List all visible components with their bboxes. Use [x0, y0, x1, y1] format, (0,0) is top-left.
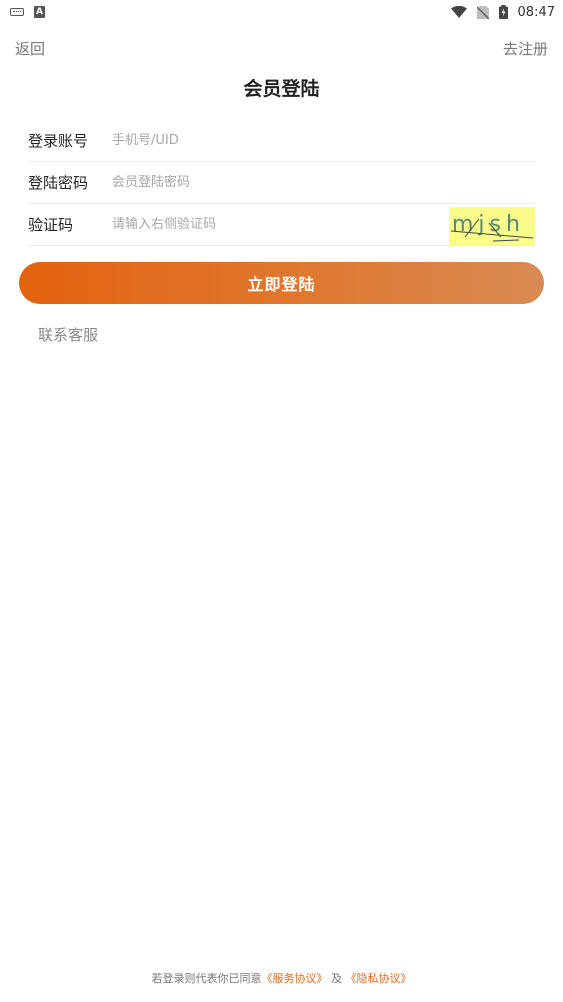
captcha-row: 验证码 mjsh	[28, 204, 535, 246]
agreement-conjunction: 及	[331, 972, 342, 985]
password-row: 登陆密码	[28, 162, 535, 204]
status-right: 08:47	[450, 4, 555, 20]
agreement-text: 若登录则代表你已同意《服务协议》 及 《隐私协议》	[0, 970, 563, 986]
captcha-noise-lines	[450, 218, 534, 242]
password-label: 登陆密码	[28, 174, 89, 192]
clock: 08:47	[517, 4, 555, 20]
status-left: A	[10, 6, 45, 18]
login-page: A 08:47 返回 去注册 会员登陆 登录账号 手机号/UID 登陆密码 验证…	[0, 0, 563, 1002]
register-link[interactable]: 去注册	[503, 38, 548, 59]
account-row: 登录账号	[28, 120, 535, 162]
wifi-icon	[450, 6, 467, 18]
back-button[interactable]: 返回	[15, 38, 45, 59]
terms-link[interactable]: 《服务协议》	[262, 972, 328, 985]
captcha-label: 验证码	[28, 216, 74, 234]
a-badge-icon: A	[34, 6, 45, 18]
account-label: 登录账号	[28, 132, 89, 150]
no-sim-icon	[476, 5, 489, 19]
captcha-image[interactable]: mjsh	[449, 207, 535, 245]
login-button[interactable]: 立即登陆	[19, 262, 544, 304]
battery-charging-icon	[498, 5, 508, 19]
account-input[interactable]	[112, 133, 535, 148]
keyboard-icon	[10, 8, 24, 16]
page-title: 会员登陆	[243, 78, 320, 100]
contact-service-link[interactable]: 联系客服	[38, 324, 98, 345]
agreement-prefix: 若登录则代表你已同意	[151, 972, 262, 985]
top-nav: 返回 去注册	[0, 34, 563, 62]
password-input[interactable]	[112, 175, 535, 190]
login-form: 登录账号 登陆密码 验证码 mjsh	[28, 120, 535, 246]
privacy-link[interactable]: 《隐私协议》	[346, 972, 412, 985]
status-bar: A 08:47	[0, 0, 563, 24]
